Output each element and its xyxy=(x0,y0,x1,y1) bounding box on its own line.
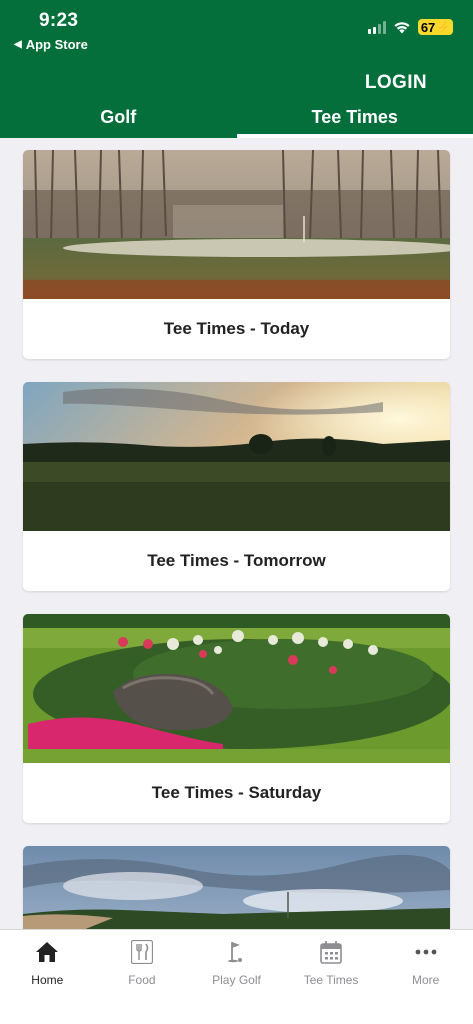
nav-label: Food xyxy=(128,973,156,987)
nav-play-golf[interactable]: Play Golf xyxy=(189,930,284,1024)
nav-tee-times[interactable]: Tee Times xyxy=(284,930,379,1024)
tee-times-today-card[interactable]: Tee Times - Today xyxy=(23,150,450,359)
nav-more[interactable]: More xyxy=(378,930,473,1024)
nav-label: Home xyxy=(31,973,64,987)
battery-icon: 67 ⚡ xyxy=(417,19,453,35)
card-title: Tee Times - Saturday xyxy=(151,783,322,802)
tab-tee-times[interactable]: Tee Times xyxy=(236,102,473,138)
card-title: Tee Times - Today xyxy=(163,319,310,338)
more-dots-icon xyxy=(415,938,437,966)
charging-bolt-icon: ⚡ xyxy=(436,21,450,34)
app-header: 9:23 ◀ App Store 67 ⚡ LOGIN Golf Tee Tim… xyxy=(0,0,473,138)
wifi-icon xyxy=(393,21,411,34)
nav-home[interactable]: Home xyxy=(0,930,95,1024)
fork-knife-icon xyxy=(130,938,153,966)
card-image-golf-course-cloudy xyxy=(23,846,450,929)
back-app-label: App Store xyxy=(25,37,88,52)
bottom-tab-bar: Home Food Play Golf Tee Times More xyxy=(0,929,473,1024)
golf-flag-icon xyxy=(225,938,247,966)
status-time: 9:23 xyxy=(39,10,79,31)
nav-label: Tee Times xyxy=(303,973,359,987)
tee-times-saturday-card[interactable]: Tee Times - Saturday xyxy=(23,614,450,823)
back-triangle-icon: ◀ xyxy=(14,39,22,50)
battery-level: 67 xyxy=(420,19,436,35)
card-title: Tee Times - Tomorrow xyxy=(147,551,326,570)
status-icons: 67 ⚡ xyxy=(367,19,453,35)
tee-times-next-card[interactable] xyxy=(23,846,450,929)
back-to-app-store[interactable]: ◀ App Store xyxy=(14,37,88,52)
cellular-signal-icon xyxy=(367,20,386,34)
calendar-icon xyxy=(320,938,342,966)
tee-times-tomorrow-card[interactable]: Tee Times - Tomorrow xyxy=(23,382,450,591)
card-image-golf-course-morning xyxy=(23,150,450,299)
tee-times-list[interactable]: Tee Times - Today Tee Times - Tomorrow T… xyxy=(0,138,473,929)
card-image-golf-course-sunset xyxy=(23,382,450,531)
nav-food[interactable]: Food xyxy=(95,930,190,1024)
tab-golf[interactable]: Golf xyxy=(0,102,237,138)
nav-label: Play Golf xyxy=(212,973,261,987)
card-image-flower-bed-rock xyxy=(23,614,450,763)
top-tabs: Golf Tee Times xyxy=(0,102,473,138)
nav-label: More xyxy=(412,973,440,987)
home-icon xyxy=(35,938,59,966)
login-button[interactable]: LOGIN xyxy=(365,72,427,94)
